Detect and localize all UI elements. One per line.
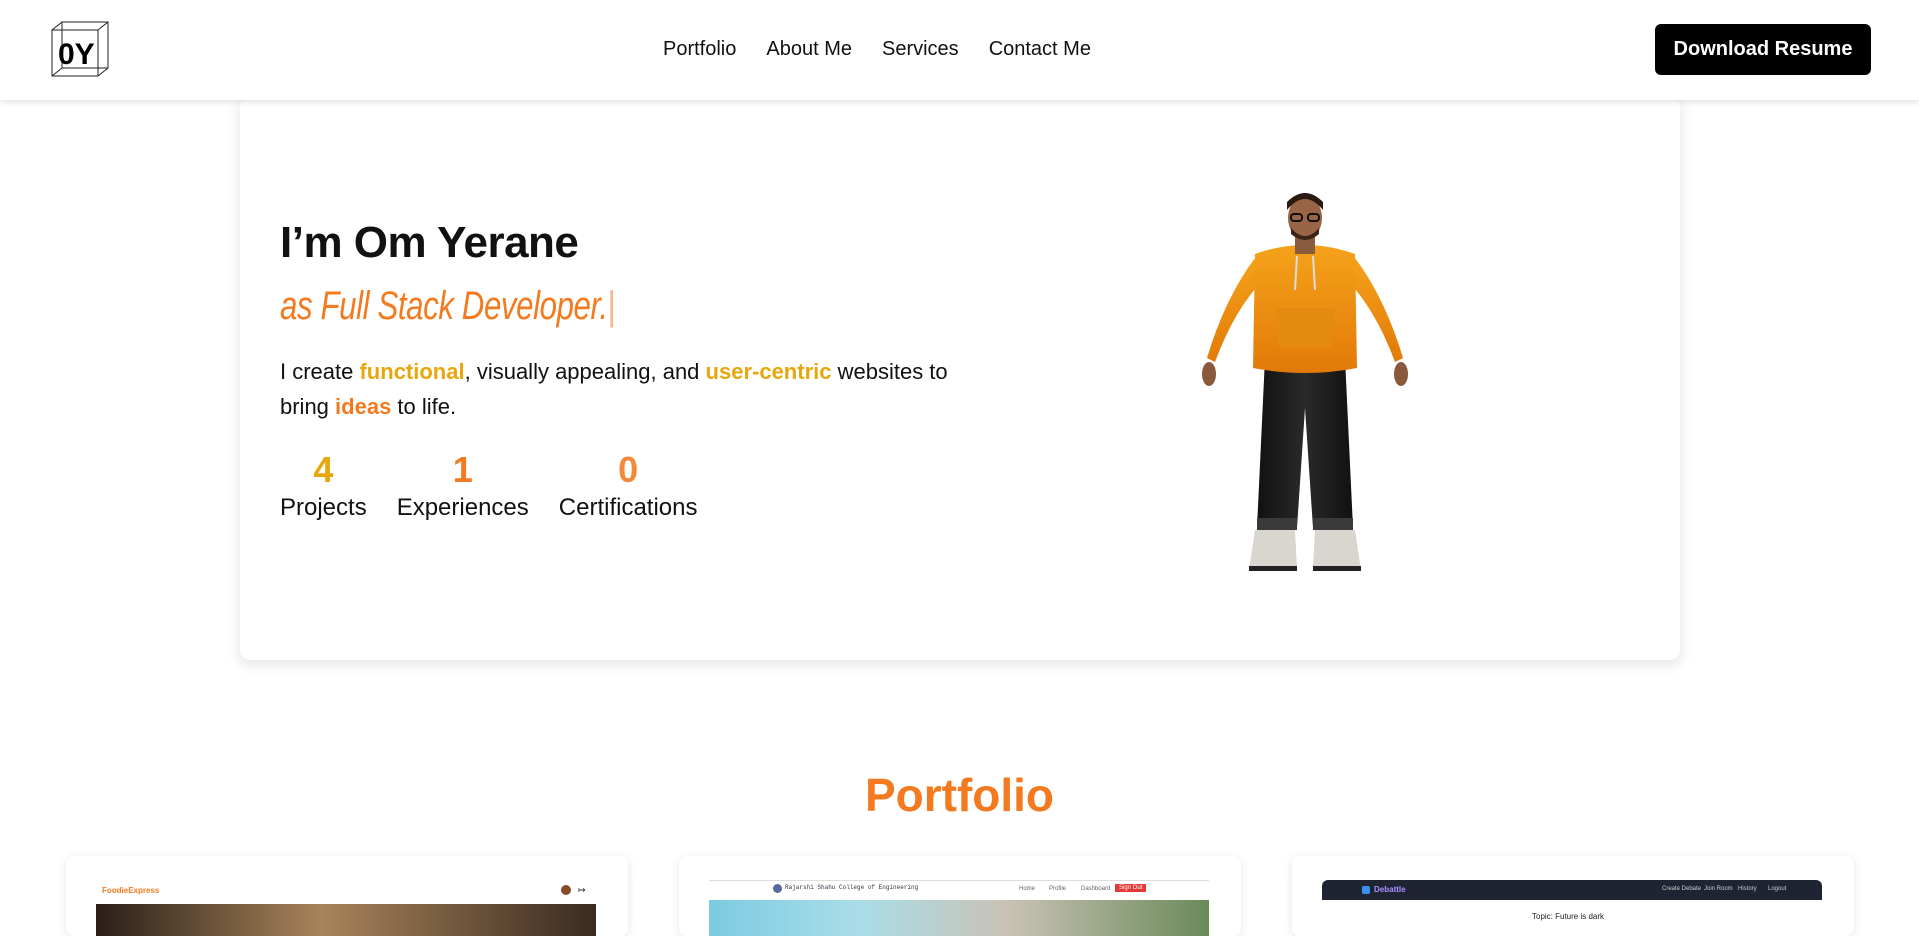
stats-row: 4 Projects 1 Experiences 0 Certification… xyxy=(280,448,698,524)
site-header: 0Y Portfolio About Me Services Contact M… xyxy=(0,0,1919,100)
hero-role: as Full Stack Developer.| xyxy=(280,284,616,329)
portfolio-card-college[interactable]: Rajarshi Shahu College of Engineering Ho… xyxy=(679,856,1241,936)
desc-highlight-user-centric: user-centric xyxy=(705,359,832,384)
mini-nav-profile: Profile xyxy=(1049,886,1067,892)
stat-certifications: 0 Certifications xyxy=(559,448,698,524)
mini-nav-logout: Logout xyxy=(1768,886,1787,892)
avatar-3d-model[interactable] xyxy=(1185,188,1425,588)
mini-nav-home: Home xyxy=(1019,886,1036,892)
portfolio-card-foodieexpress[interactable]: FoodieExpress ↦ xyxy=(66,856,628,936)
hero-title: I’m Om Yerane xyxy=(280,218,579,267)
project-screenshot: Debattle Create Debate Join Room History… xyxy=(1322,880,1822,936)
mini-nav-dashboard: Dashboard xyxy=(1081,886,1111,892)
logout-icon: ↦ xyxy=(578,885,586,895)
mini-nav-create-debate: Create Debate xyxy=(1662,886,1702,892)
college-logo-icon xyxy=(773,884,782,893)
project-brand: FoodieExpress xyxy=(102,886,160,895)
typing-caret: | xyxy=(607,284,616,328)
user-avatar-icon xyxy=(561,885,571,895)
desc-highlight-ideas: ideas xyxy=(335,394,392,419)
desc-text-4: to life. xyxy=(391,394,457,419)
hero-card: I’m Om Yerane as Full Stack Developer.| … xyxy=(240,96,1680,660)
logo-text: 0Y xyxy=(58,38,95,71)
project-screenshot: FoodieExpress ↦ xyxy=(96,880,596,936)
project-screenshot: Rajarshi Shahu College of Engineering Ho… xyxy=(709,880,1209,936)
hero-description: I create functional, visually appealing,… xyxy=(280,354,980,424)
hero-role-text: as Full Stack Developer. xyxy=(280,284,608,328)
logo[interactable]: 0Y xyxy=(50,20,110,80)
stat-projects: 4 Projects xyxy=(280,448,367,524)
stat-experiences: 1 Experiences xyxy=(397,448,529,524)
nav-portfolio[interactable]: Portfolio xyxy=(663,38,736,61)
debattle-logo-icon xyxy=(1362,886,1370,894)
stat-value: 4 xyxy=(313,449,334,490)
project-brand: Rajarshi Shahu College of Engineering xyxy=(785,884,919,891)
desc-text-1: I create xyxy=(280,359,360,384)
stat-label: Experiences xyxy=(396,494,529,521)
desc-text-2: , visually appealing, and xyxy=(464,359,706,384)
mini-nav-join-room: Join Room xyxy=(1704,886,1733,892)
portfolio-heading: Portfolio xyxy=(864,769,1055,821)
stat-value: 0 xyxy=(618,449,639,490)
nav-contact-me[interactable]: Contact Me xyxy=(989,38,1091,61)
download-resume-button[interactable]: Download Resume xyxy=(1655,24,1871,75)
portfolio-card-debattle[interactable]: Debattle Create Debate Join Room History… xyxy=(1292,856,1854,936)
main-nav: Portfolio About Me Services Contact Me xyxy=(663,38,1091,61)
project-brand: Debattle xyxy=(1374,885,1406,894)
mini-signout-button: Sign Out xyxy=(1115,884,1147,892)
nav-about-me[interactable]: About Me xyxy=(766,38,852,61)
nav-services[interactable]: Services xyxy=(882,38,959,61)
desc-highlight-functional: functional xyxy=(359,359,465,384)
stat-label: Projects xyxy=(280,494,367,521)
stat-value: 1 xyxy=(452,449,473,490)
stat-label: Certifications xyxy=(558,494,698,521)
mini-nav-history: History xyxy=(1738,886,1757,892)
